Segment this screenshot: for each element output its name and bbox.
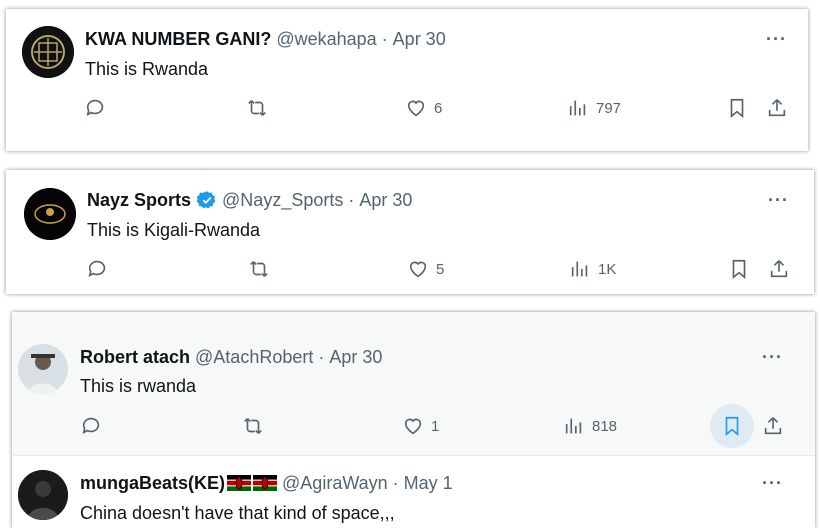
tweet-divider — [12, 455, 815, 456]
user-handle[interactable]: @Nayz_Sports — [222, 189, 343, 211]
like-button[interactable]: 1 — [402, 415, 439, 437]
verified-badge-icon — [197, 191, 216, 209]
analytics-icon — [571, 261, 588, 277]
views-button[interactable]: 1K — [569, 258, 616, 280]
tweet-date[interactable]: Apr 30 — [359, 189, 412, 211]
kenya-flag-icon — [227, 475, 252, 491]
retweet-icon — [244, 418, 262, 434]
avatar[interactable] — [24, 188, 76, 240]
avatar[interactable] — [18, 470, 68, 520]
user-handle[interactable]: @wekahapa — [276, 28, 376, 50]
display-name[interactable]: Nayz Sports — [87, 189, 191, 211]
retweet-icon — [248, 100, 266, 116]
tweet-text: China doesn't have that kind of space,,, — [80, 503, 395, 523]
retweet-button[interactable] — [242, 415, 264, 437]
separator: · — [392, 473, 399, 493]
tweet-card[interactable]: Nayz Sports @Nayz_Sports · Apr 30 ··· Th… — [6, 170, 814, 294]
reply-button[interactable] — [81, 415, 103, 437]
heart-icon — [407, 100, 425, 117]
share-button[interactable] — [762, 415, 784, 437]
retweet-icon — [250, 261, 268, 277]
more-options-icon[interactable]: ··· — [766, 30, 787, 48]
separator: · — [318, 347, 325, 367]
kenya-flag-icon — [253, 475, 278, 491]
view-count: 1K — [598, 260, 617, 278]
avatar[interactable] — [18, 344, 68, 394]
display-name[interactable]: KWA NUMBER GANI? — [85, 28, 271, 50]
analytics-icon — [565, 418, 582, 434]
like-button[interactable]: 6 — [405, 97, 442, 119]
retweet-button[interactable] — [246, 97, 268, 119]
view-count: 797 — [596, 99, 622, 117]
display-name[interactable]: Robert atach — [80, 346, 190, 368]
bookmark-button[interactable] — [721, 415, 743, 437]
bookmark-icon — [732, 259, 746, 280]
tweet-text: This is rwanda — [80, 376, 197, 396]
more-options-icon[interactable]: ··· — [762, 348, 783, 366]
share-button[interactable] — [766, 97, 788, 119]
avatar[interactable] — [22, 26, 74, 78]
bookmark-icon — [725, 416, 739, 437]
like-count: 1 — [431, 417, 440, 435]
view-count: 818 — [592, 417, 618, 435]
retweet-button[interactable] — [248, 258, 270, 280]
analytics-icon — [569, 100, 586, 116]
reply-icon — [86, 99, 104, 116]
tweet-date[interactable]: Apr 30 — [393, 28, 446, 50]
bookmark-button[interactable] — [728, 258, 750, 280]
share-icon — [764, 417, 782, 435]
tweet-date[interactable]: Apr 30 — [329, 346, 382, 368]
reply-button[interactable] — [85, 97, 107, 119]
heart-icon — [409, 261, 427, 278]
like-button[interactable]: 5 — [407, 258, 444, 280]
bookmark-icon — [730, 98, 744, 119]
tweet-thread-card: Robert atach @AtachRobert · Apr 30 ··· T… — [12, 312, 815, 528]
views-button[interactable]: 797 — [567, 97, 621, 119]
share-button[interactable] — [768, 258, 790, 280]
share-icon — [770, 260, 788, 278]
heart-icon — [404, 418, 422, 435]
more-options-icon[interactable]: ··· — [762, 474, 783, 492]
like-count: 6 — [434, 99, 443, 117]
tweet-header: mungaBeats(KE) @AgiraWayn · May 1 — [80, 472, 453, 494]
reply-icon — [82, 417, 100, 434]
display-name[interactable]: mungaBeats(KE) — [80, 472, 225, 494]
more-options-icon[interactable]: ··· — [768, 191, 789, 209]
user-handle[interactable]: @AgiraWayn — [282, 472, 388, 494]
tweet-header: Robert atach @AtachRobert · Apr 30 — [80, 346, 382, 368]
user-handle[interactable]: @AtachRobert — [195, 346, 313, 368]
separator: · — [381, 29, 388, 49]
bookmark-button[interactable] — [726, 97, 748, 119]
tweet-card[interactable]: KWA NUMBER GANI? @wekahapa · Apr 30 ··· … — [6, 9, 808, 151]
tweet-header: Nayz Sports @Nayz_Sports · Apr 30 — [87, 189, 412, 211]
like-count: 5 — [436, 260, 445, 278]
tweet-text: This is Kigali-Rwanda — [87, 220, 261, 240]
tweet-text: This is Rwanda — [85, 59, 209, 79]
separator: · — [348, 190, 355, 210]
reply-button[interactable] — [87, 258, 109, 280]
tweet-header: KWA NUMBER GANI? @wekahapa · Apr 30 — [85, 28, 446, 50]
reply-icon — [88, 260, 106, 277]
tweet-date[interactable]: May 1 — [404, 472, 453, 494]
share-icon — [768, 99, 786, 117]
views-button[interactable]: 818 — [563, 415, 617, 437]
